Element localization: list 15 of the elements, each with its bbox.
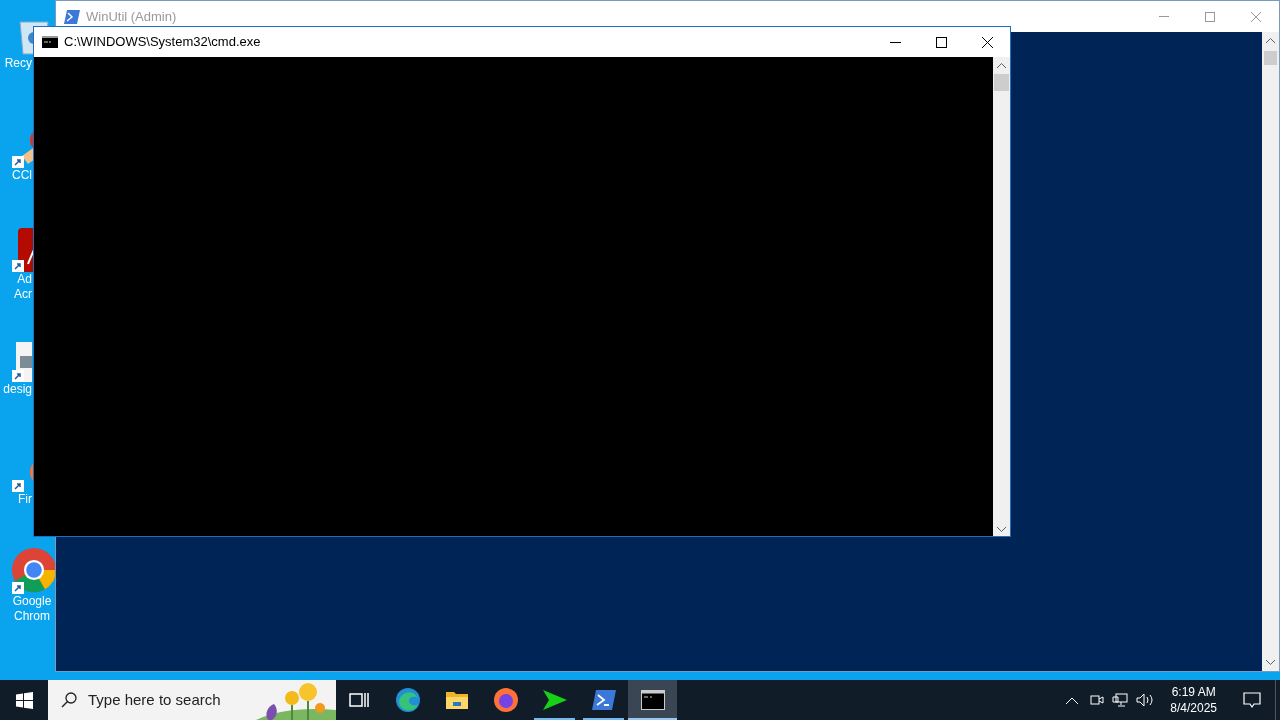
- clock-time: 6:19 AM: [1171, 684, 1216, 700]
- icon-label: Recy: [4, 56, 32, 71]
- window-title: C:\WINDOWS\System32\cmd.exe: [64, 33, 261, 52]
- search-field[interactable]: Type here to search: [48, 680, 336, 720]
- icon-label: Fir: [18, 492, 32, 507]
- icon-label: Google: [12, 594, 52, 609]
- icon-label: CCl: [12, 168, 32, 183]
- search-input[interactable]: Type here to search: [88, 688, 248, 712]
- icon-label: Ad: [17, 272, 32, 287]
- icon-label: Acr: [14, 287, 32, 302]
- clock-date: 8/4/2025: [1170, 700, 1217, 716]
- icon-label: Chrom: [14, 609, 50, 624]
- window-title: WinUtil (Admin): [86, 7, 177, 26]
- clock[interactable]: 6:19 AM 8/4/2025: [1164, 684, 1223, 716]
- icon-label: desig: [3, 382, 32, 397]
